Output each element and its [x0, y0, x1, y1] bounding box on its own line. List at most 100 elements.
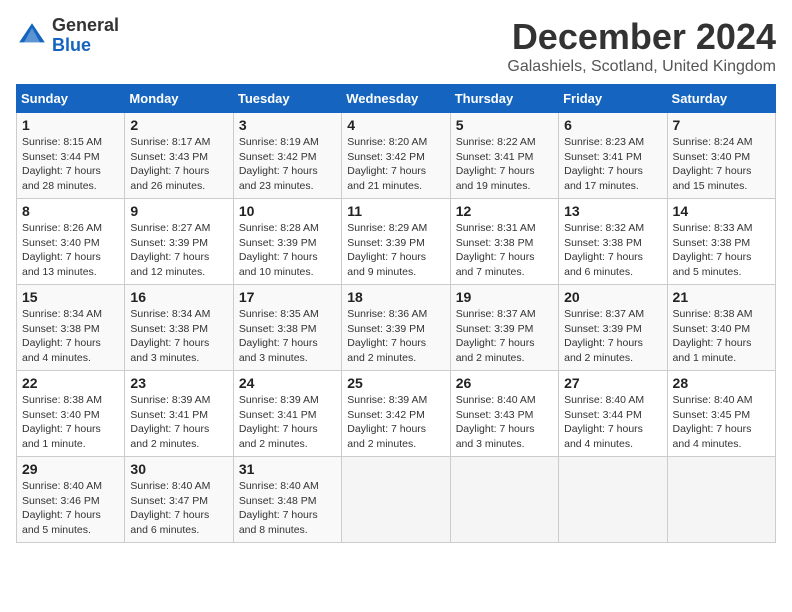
day-number: 14 — [673, 203, 770, 219]
table-row: 20 Sunrise: 8:37 AMSunset: 3:39 PMDaylig… — [559, 285, 667, 371]
title-area: December 2024 Galashiels, Scotland, Unit… — [507, 16, 776, 76]
table-row: 3 Sunrise: 8:19 AMSunset: 3:42 PMDayligh… — [233, 113, 341, 199]
cell-text: Sunrise: 8:38 AMSunset: 3:40 PMDaylight:… — [673, 308, 753, 364]
col-monday: Monday — [125, 85, 233, 113]
cell-text: Sunrise: 8:39 AMSunset: 3:41 PMDaylight:… — [130, 394, 210, 450]
calendar-table: Sunday Monday Tuesday Wednesday Thursday… — [16, 84, 776, 543]
table-row: 5 Sunrise: 8:22 AMSunset: 3:41 PMDayligh… — [450, 113, 558, 199]
table-row: 2 Sunrise: 8:17 AMSunset: 3:43 PMDayligh… — [125, 113, 233, 199]
day-number: 10 — [239, 203, 336, 219]
day-number: 31 — [239, 461, 336, 477]
col-wednesday: Wednesday — [342, 85, 450, 113]
day-number: 3 — [239, 117, 336, 133]
day-number: 22 — [22, 375, 119, 391]
table-row: 31 Sunrise: 8:40 AMSunset: 3:48 PMDaylig… — [233, 457, 341, 543]
day-number: 5 — [456, 117, 553, 133]
day-number: 21 — [673, 289, 770, 305]
table-row: 7 Sunrise: 8:24 AMSunset: 3:40 PMDayligh… — [667, 113, 775, 199]
cell-text: Sunrise: 8:33 AMSunset: 3:38 PMDaylight:… — [673, 222, 753, 278]
day-number: 11 — [347, 203, 444, 219]
day-number: 1 — [22, 117, 119, 133]
day-number: 30 — [130, 461, 227, 477]
calendar-header-row: Sunday Monday Tuesday Wednesday Thursday… — [17, 85, 776, 113]
day-number: 23 — [130, 375, 227, 391]
table-row — [667, 457, 775, 543]
table-row: 9 Sunrise: 8:27 AMSunset: 3:39 PMDayligh… — [125, 199, 233, 285]
table-row: 23 Sunrise: 8:39 AMSunset: 3:41 PMDaylig… — [125, 371, 233, 457]
day-number: 2 — [130, 117, 227, 133]
col-sunday: Sunday — [17, 85, 125, 113]
cell-text: Sunrise: 8:17 AMSunset: 3:43 PMDaylight:… — [130, 136, 210, 192]
calendar-row: 29 Sunrise: 8:40 AMSunset: 3:46 PMDaylig… — [17, 457, 776, 543]
table-row: 16 Sunrise: 8:34 AMSunset: 3:38 PMDaylig… — [125, 285, 233, 371]
table-row: 28 Sunrise: 8:40 AMSunset: 3:45 PMDaylig… — [667, 371, 775, 457]
cell-text: Sunrise: 8:22 AMSunset: 3:41 PMDaylight:… — [456, 136, 536, 192]
table-row: 26 Sunrise: 8:40 AMSunset: 3:43 PMDaylig… — [450, 371, 558, 457]
cell-text: Sunrise: 8:40 AMSunset: 3:43 PMDaylight:… — [456, 394, 536, 450]
month-title: December 2024 — [507, 16, 776, 58]
location-title: Galashiels, Scotland, United Kingdom — [507, 58, 776, 76]
table-row: 11 Sunrise: 8:29 AMSunset: 3:39 PMDaylig… — [342, 199, 450, 285]
table-row: 1 Sunrise: 8:15 AMSunset: 3:44 PMDayligh… — [17, 113, 125, 199]
cell-text: Sunrise: 8:23 AMSunset: 3:41 PMDaylight:… — [564, 136, 644, 192]
cell-text: Sunrise: 8:29 AMSunset: 3:39 PMDaylight:… — [347, 222, 427, 278]
table-row — [450, 457, 558, 543]
cell-text: Sunrise: 8:40 AMSunset: 3:48 PMDaylight:… — [239, 480, 319, 536]
calendar-row: 15 Sunrise: 8:34 AMSunset: 3:38 PMDaylig… — [17, 285, 776, 371]
day-number: 7 — [673, 117, 770, 133]
col-saturday: Saturday — [667, 85, 775, 113]
table-row: 14 Sunrise: 8:33 AMSunset: 3:38 PMDaylig… — [667, 199, 775, 285]
day-number: 24 — [239, 375, 336, 391]
cell-text: Sunrise: 8:40 AMSunset: 3:46 PMDaylight:… — [22, 480, 102, 536]
header: General Blue December 2024 Galashiels, S… — [16, 16, 776, 76]
logo-icon — [16, 20, 48, 52]
table-row: 8 Sunrise: 8:26 AMSunset: 3:40 PMDayligh… — [17, 199, 125, 285]
table-row: 29 Sunrise: 8:40 AMSunset: 3:46 PMDaylig… — [17, 457, 125, 543]
table-row: 12 Sunrise: 8:31 AMSunset: 3:38 PMDaylig… — [450, 199, 558, 285]
cell-text: Sunrise: 8:35 AMSunset: 3:38 PMDaylight:… — [239, 308, 319, 364]
logo: General Blue — [16, 16, 119, 56]
cell-text: Sunrise: 8:31 AMSunset: 3:38 PMDaylight:… — [456, 222, 536, 278]
cell-text: Sunrise: 8:40 AMSunset: 3:44 PMDaylight:… — [564, 394, 644, 450]
calendar-row: 8 Sunrise: 8:26 AMSunset: 3:40 PMDayligh… — [17, 199, 776, 285]
cell-text: Sunrise: 8:19 AMSunset: 3:42 PMDaylight:… — [239, 136, 319, 192]
cell-text: Sunrise: 8:15 AMSunset: 3:44 PMDaylight:… — [22, 136, 102, 192]
table-row — [342, 457, 450, 543]
day-number: 20 — [564, 289, 661, 305]
cell-text: Sunrise: 8:37 AMSunset: 3:39 PMDaylight:… — [456, 308, 536, 364]
table-row: 22 Sunrise: 8:38 AMSunset: 3:40 PMDaylig… — [17, 371, 125, 457]
table-row: 15 Sunrise: 8:34 AMSunset: 3:38 PMDaylig… — [17, 285, 125, 371]
day-number: 25 — [347, 375, 444, 391]
cell-text: Sunrise: 8:34 AMSunset: 3:38 PMDaylight:… — [22, 308, 102, 364]
cell-text: Sunrise: 8:34 AMSunset: 3:38 PMDaylight:… — [130, 308, 210, 364]
cell-text: Sunrise: 8:36 AMSunset: 3:39 PMDaylight:… — [347, 308, 427, 364]
day-number: 4 — [347, 117, 444, 133]
day-number: 17 — [239, 289, 336, 305]
table-row: 13 Sunrise: 8:32 AMSunset: 3:38 PMDaylig… — [559, 199, 667, 285]
cell-text: Sunrise: 8:40 AMSunset: 3:45 PMDaylight:… — [673, 394, 753, 450]
cell-text: Sunrise: 8:27 AMSunset: 3:39 PMDaylight:… — [130, 222, 210, 278]
table-row: 4 Sunrise: 8:20 AMSunset: 3:42 PMDayligh… — [342, 113, 450, 199]
cell-text: Sunrise: 8:24 AMSunset: 3:40 PMDaylight:… — [673, 136, 753, 192]
calendar-body: 1 Sunrise: 8:15 AMSunset: 3:44 PMDayligh… — [17, 113, 776, 543]
table-row: 25 Sunrise: 8:39 AMSunset: 3:42 PMDaylig… — [342, 371, 450, 457]
col-thursday: Thursday — [450, 85, 558, 113]
day-number: 13 — [564, 203, 661, 219]
day-number: 18 — [347, 289, 444, 305]
table-row: 30 Sunrise: 8:40 AMSunset: 3:47 PMDaylig… — [125, 457, 233, 543]
cell-text: Sunrise: 8:39 AMSunset: 3:42 PMDaylight:… — [347, 394, 427, 450]
logo-text: General Blue — [52, 16, 119, 56]
cell-text: Sunrise: 8:26 AMSunset: 3:40 PMDaylight:… — [22, 222, 102, 278]
cell-text: Sunrise: 8:38 AMSunset: 3:40 PMDaylight:… — [22, 394, 102, 450]
table-row — [559, 457, 667, 543]
cell-text: Sunrise: 8:32 AMSunset: 3:38 PMDaylight:… — [564, 222, 644, 278]
cell-text: Sunrise: 8:20 AMSunset: 3:42 PMDaylight:… — [347, 136, 427, 192]
table-row: 19 Sunrise: 8:37 AMSunset: 3:39 PMDaylig… — [450, 285, 558, 371]
day-number: 12 — [456, 203, 553, 219]
cell-text: Sunrise: 8:40 AMSunset: 3:47 PMDaylight:… — [130, 480, 210, 536]
table-row: 21 Sunrise: 8:38 AMSunset: 3:40 PMDaylig… — [667, 285, 775, 371]
table-row: 27 Sunrise: 8:40 AMSunset: 3:44 PMDaylig… — [559, 371, 667, 457]
day-number: 28 — [673, 375, 770, 391]
day-number: 27 — [564, 375, 661, 391]
table-row: 6 Sunrise: 8:23 AMSunset: 3:41 PMDayligh… — [559, 113, 667, 199]
